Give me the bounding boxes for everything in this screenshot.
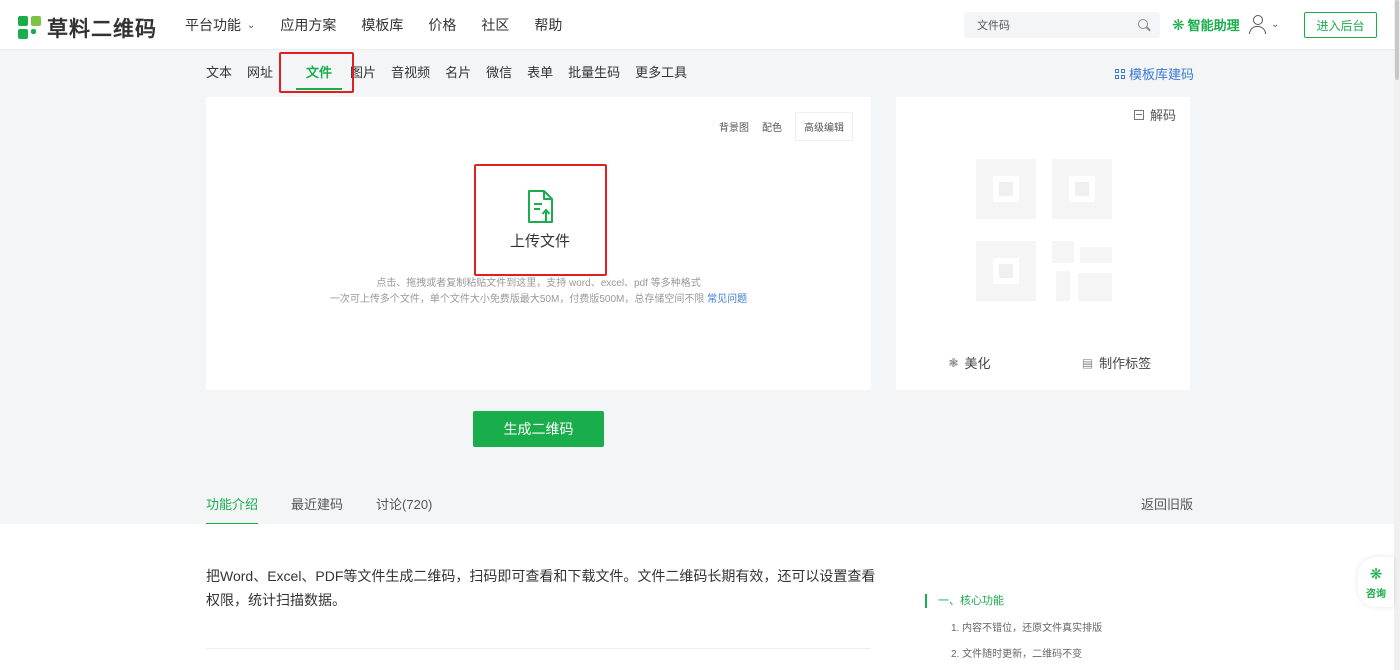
template-link-label: 模板库建码 [1129,67,1195,82]
generate-qr-button[interactable]: 生成二维码 [473,411,604,447]
tab-audio-video[interactable]: 音视频 [391,62,430,90]
pinwheel-icon: ❋ [1369,565,1383,583]
page-scrollbar[interactable] [1394,0,1400,670]
beautify-button[interactable]: ❃ 美化 [896,353,1043,372]
qr-preview-panel: 解码 ❃ 美化 ▤ 制作标签 [896,97,1190,390]
tab-business-card[interactable]: 名片 [445,62,471,90]
consult-button[interactable]: ❋ 咨询 [1358,557,1394,607]
main-nav: 平台功能 ⌄ 应用方案 模板库 价格 社区 帮助 [185,0,587,50]
back-to-old-version-link[interactable]: 返回旧版 [1141,494,1193,513]
upload-hint: 点击、拖拽或者复制粘贴文件到这里，支持 word、excel、pdf 等多种格式 [376,278,701,289]
feature-description: 把Word、Excel、PDF等文件生成二维码，扫码即可查看和下载文件。文件二维… [206,568,876,608]
search-icon[interactable] [1138,19,1150,31]
divider [206,648,871,649]
search-box[interactable]: 文件码 [964,12,1160,38]
decode-button[interactable]: 解码 [1133,105,1176,124]
user-menu[interactable]: ⌄ [1248,14,1279,34]
tab-text[interactable]: 文本 [206,62,232,90]
advanced-edit-button[interactable]: 高级编辑 [795,112,853,141]
chevron-down-icon: ⌄ [247,19,256,31]
logo-mark-icon [18,16,42,40]
color-scheme-button[interactable]: 配色 [762,119,782,134]
nav-label: 平台功能 [185,17,241,33]
nav-help[interactable]: 帮助 [534,15,562,35]
tab-feature-intro[interactable]: 功能介绍 [206,494,259,525]
tab-batch[interactable]: 批量生码 [568,62,620,90]
label-icon: ▤ [1081,355,1094,370]
ai-assistant-button[interactable]: ❋ 智能助理 [1172,15,1240,34]
upload-limit-hint: 一次可上传多个文件，单个文件大小免费版最大50M，付费版500M，总存储空间不限… [206,290,871,305]
consult-label: 咨询 [1366,588,1386,600]
tab-wechat[interactable]: 微信 [486,62,512,90]
toc-item[interactable]: 1. 内容不错位，还原文件真实排版 [951,619,1102,634]
grid-icon [1115,68,1125,79]
sparkle-icon: ❃ [948,355,959,370]
faq-link[interactable]: 常见问题 [707,294,747,305]
beautify-label: 美化 [964,356,991,371]
ai-assistant-label: 智能助理 [1187,18,1240,33]
toc-item[interactable]: 2. 文件随时更新，二维码不变 [951,645,1102,660]
tab-url[interactable]: 网址 [247,62,273,90]
nav-solutions[interactable]: 应用方案 [280,15,336,35]
template-library-link[interactable]: 模板库建码 [1115,64,1194,83]
make-label-button[interactable]: ▤ 制作标签 [1043,353,1190,372]
ai-pinwheel-icon: ❋ [1172,16,1185,34]
nav-pricing[interactable]: 价格 [428,15,456,35]
nav-templates[interactable]: 模板库 [361,15,403,35]
toc-heading[interactable]: 一、核心功能 [925,594,1102,608]
search-input[interactable]: 文件码 [977,17,1138,33]
editor-toolbar: 背景图 配色 高级编辑 [706,112,853,141]
preview-actions: ❃ 美化 ▤ 制作标签 [896,353,1190,372]
upload-limit-text: 一次可上传多个文件，单个文件大小免费版最大50M，付费版500M，总存储空间不限 [329,294,705,305]
info-tabs: 功能介绍 最近建码 讨论(720) [206,494,465,525]
enter-console-button[interactable]: 进入后台 [1304,12,1377,38]
tab-more-tools[interactable]: 更多工具 [635,62,687,90]
decode-icon [1133,109,1144,120]
nav-platform-features[interactable]: 平台功能 ⌄ [185,15,255,35]
top-header: 草料二维码 平台功能 ⌄ 应用方案 模板库 价格 社区 帮助 文件码 ❋ 智能助… [0,0,1400,50]
logo-text: 草料二维码 [47,18,157,41]
decode-label: 解码 [1149,108,1176,123]
tab-form[interactable]: 表单 [527,62,553,90]
chevron-down-icon: ⌄ [1271,18,1280,30]
logo[interactable]: 草料二维码 [18,13,157,43]
qr-placeholder [976,159,1112,301]
highlight-box-file-tab [279,52,354,93]
user-icon [1248,14,1266,34]
make-label-label: 制作标签 [1099,356,1152,371]
background-image-button[interactable]: 背景图 [719,119,749,134]
tab-recent-codes[interactable]: 最近建码 [291,494,343,525]
highlight-box-upload [474,164,607,276]
nav-community[interactable]: 社区 [481,15,509,35]
intro-content: 把Word、Excel、PDF等文件生成二维码，扫码即可查看和下载文件。文件二维… [0,524,1394,670]
tab-discussion[interactable]: 讨论(720) [376,494,432,525]
table-of-contents: 一、核心功能 1. 内容不错位，还原文件真实排版 2. 文件随时更新，二维码不变 [925,594,1102,660]
